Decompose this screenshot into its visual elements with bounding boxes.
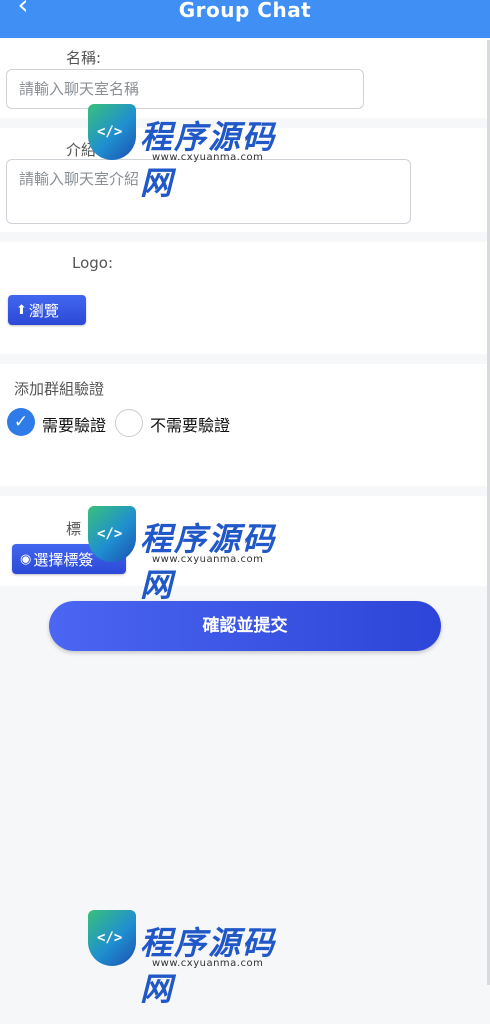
name-label: 名稱: [66,49,102,67]
option-no-verify-label[interactable]: 不需要驗證 [150,412,230,436]
watermark-logo: </> 程序源码网 www.cxyuanma.com [88,98,298,202]
watermark-url: www.cxyuanma.com [152,152,264,163]
code-icon: </> [97,526,123,542]
tags-label: 標 [66,520,82,538]
verify-label: 添加群組驗證 [14,380,105,398]
logo-label: Logo: [72,254,114,272]
upload-icon: ⬆ [16,302,27,318]
circle-dot-icon: ◉ [20,551,32,567]
option-require-verify-label[interactable]: 需要驗證 [42,412,106,436]
app-header: ‹ Group Chat [0,0,490,38]
browse-button[interactable]: ⬆ 瀏覽 [8,295,86,325]
watermark-logo: </> 程序源码网 www.cxyuanma.com [88,904,298,1008]
browse-button-label: 瀏覽 [28,301,59,320]
submit-button[interactable]: 確認並提交 [49,601,441,651]
watermark-logo: </> 程序源码网 www.cxyuanma.com [88,500,298,604]
logo-section: Logo: ⬆ 瀏覽 [0,242,490,354]
code-icon: </> [97,930,123,946]
radio-no-verify[interactable] [115,409,143,437]
verify-section: 添加群組驗證 ✓ 需要驗證 不需要驗證 [0,364,490,486]
choose-tags-button-label: 選擇標簽 [33,550,94,569]
radio-require-verify[interactable]: ✓ [7,408,35,436]
watermark-url: www.cxyuanma.com [152,554,264,565]
code-icon: </> [97,124,123,140]
watermark-url: www.cxyuanma.com [152,958,264,969]
page-title: Group Chat [178,0,312,22]
